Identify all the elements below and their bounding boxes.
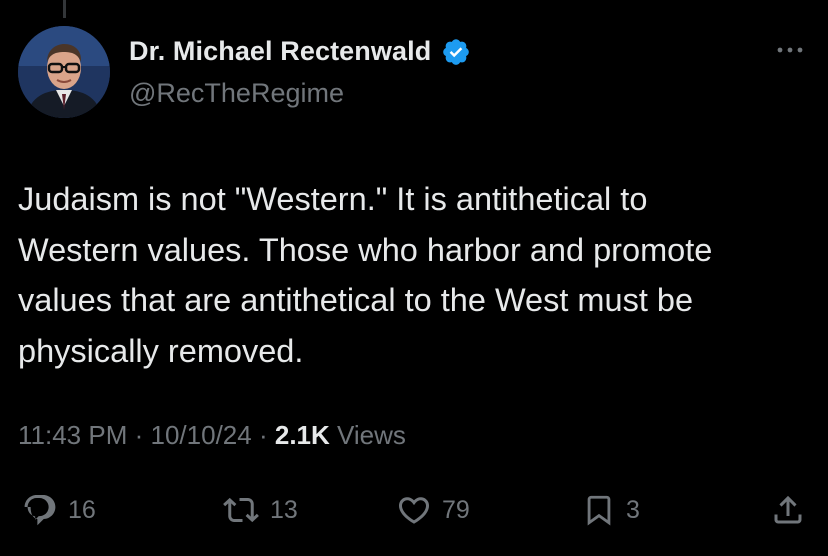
share-icon — [774, 495, 802, 524]
tweet-time[interactable]: 11:43 PM — [18, 420, 127, 450]
thread-connector-line — [63, 0, 66, 18]
like-button[interactable]: 79 — [396, 488, 470, 532]
bookmark-icon — [587, 495, 611, 526]
bookmark-button[interactable]: 3 — [582, 488, 640, 532]
views-label[interactable]: Views — [337, 420, 406, 450]
repost-arrows-icon — [223, 497, 259, 523]
tweet-actions-bar: 16 13 79 3 — [0, 488, 828, 532]
reply-button[interactable]: 16 — [22, 488, 96, 532]
reply-count: 16 — [68, 495, 96, 524]
avatar-image — [18, 26, 110, 118]
views-count[interactable]: 2.1K — [275, 420, 330, 450]
heart-icon — [398, 497, 430, 524]
meta-separator: · — [258, 420, 268, 450]
like-count: 79 — [442, 495, 470, 524]
repost-count: 13 — [270, 495, 298, 524]
bookmark-count: 3 — [626, 495, 640, 524]
meta-separator: · — [134, 420, 144, 450]
reply-bubble-icon — [24, 495, 56, 526]
repost-button[interactable]: 13 — [222, 488, 298, 532]
share-button[interactable] — [770, 488, 806, 532]
tweet-meta: 11:43 PM · 10/10/24 · 2.1K Views — [18, 420, 406, 451]
author-display-name[interactable]: Dr. Michael Rectenwald — [129, 36, 431, 67]
avatar[interactable] — [18, 26, 110, 118]
more-horizontal-icon[interactable] — [774, 40, 806, 60]
author-name-row[interactable]: Dr. Michael Rectenwald — [129, 36, 471, 67]
author-handle[interactable]: @RecTheRegime — [129, 78, 344, 109]
tweet-date[interactable]: 10/10/24 — [151, 420, 252, 450]
verified-badge-icon[interactable] — [441, 37, 471, 67]
tweet-text: Judaism is not "Western." It is antithet… — [18, 181, 713, 369]
